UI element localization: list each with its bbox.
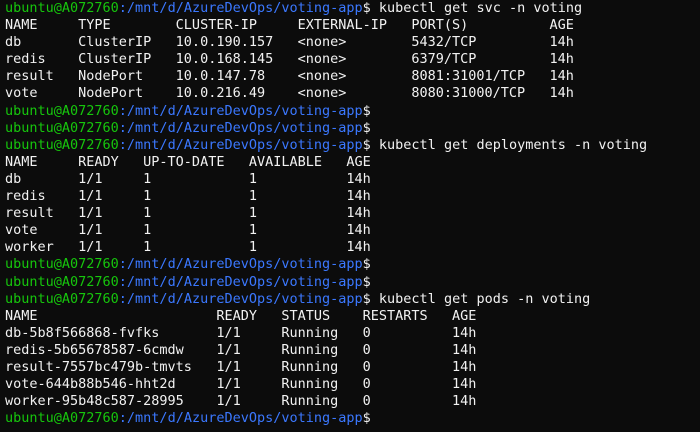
prompt-path: :/mnt/d/AzureDevOps/voting-app	[118, 256, 363, 273]
prompt-line-empty: ubuntu@A072760:/mnt/d/AzureDevOps/voting…	[5, 103, 700, 120]
svc-output-row: db ClusterIP 10.0.190.157 <none> 5432/TC…	[5, 34, 574, 51]
prompt-user: ubuntu@A072760	[5, 410, 119, 427]
prompt-symbol: $	[362, 119, 371, 136]
command-text: kubectl get pods -n voting	[378, 290, 591, 307]
deployments-output-row: result 1/1 1 1 14h	[5, 205, 371, 222]
prompt-line-deployments: ubuntu@A072760:/mnt/d/AzureDevOps/voting…	[5, 137, 700, 154]
svc-output-row: vote NodePort 10.0.216.49 <none> 8080:31…	[5, 85, 574, 102]
deployments-output-row: worker 1/1 1 1 14h	[5, 239, 371, 256]
prompt-symbol: $	[362, 102, 371, 119]
terminal-window[interactable]: ubuntu@A072760:/mnt/d/AzureDevOps/voting…	[0, 0, 700, 432]
pods-output-header: NAME READY STATUS RESTARTS AGE	[5, 307, 477, 324]
prompt-user: ubuntu@A072760	[5, 256, 119, 273]
prompt-user: ubuntu@A072760	[5, 119, 119, 136]
prompt-path: :/mnt/d/AzureDevOps/voting-app	[118, 136, 363, 153]
prompt-line-empty: ubuntu@A072760:/mnt/d/AzureDevOps/voting…	[5, 120, 700, 137]
prompt-path: :/mnt/d/AzureDevOps/voting-app	[118, 410, 363, 427]
prompt-symbol: $	[362, 136, 371, 153]
prompt-symbol: $	[362, 256, 371, 273]
prompt-symbol: $	[362, 0, 371, 16]
prompt-user: ubuntu@A072760	[5, 102, 119, 119]
prompt-path: :/mnt/d/AzureDevOps/voting-app	[118, 290, 363, 307]
deployments-output-row: redis 1/1 1 1 14h	[5, 188, 371, 205]
prompt-path: :/mnt/d/AzureDevOps/voting-app	[118, 273, 363, 290]
command-text: kubectl get svc -n voting	[378, 0, 583, 16]
deployments-output-row: vote 1/1 1 1 14h	[5, 222, 371, 239]
prompt-symbol: $	[362, 410, 371, 427]
prompt-symbol: $	[362, 273, 371, 290]
prompt-user: ubuntu@A072760	[5, 290, 119, 307]
prompt-line-empty: ubuntu@A072760:/mnt/d/AzureDevOps/voting…	[5, 274, 700, 291]
prompt-line-empty: ubuntu@A072760:/mnt/d/AzureDevOps/voting…	[5, 256, 700, 273]
prompt-user: ubuntu@A072760	[5, 0, 119, 16]
prompt-path: :/mnt/d/AzureDevOps/voting-app	[118, 0, 363, 16]
command-text: kubectl get deployments -n voting	[378, 136, 648, 153]
deployments-output-header: NAME READY UP-TO-DATE AVAILABLE AGE	[5, 153, 371, 170]
svc-output-row: redis ClusterIP 10.0.168.145 <none> 6379…	[5, 51, 574, 68]
prompt-user: ubuntu@A072760	[5, 136, 119, 153]
svc-output-row: result NodePort 10.0.147.78 <none> 8081:…	[5, 68, 574, 85]
prompt-line-svc: ubuntu@A072760:/mnt/d/AzureDevOps/voting…	[5, 0, 700, 17]
prompt-symbol: $	[362, 290, 371, 307]
prompt-path: :/mnt/d/AzureDevOps/voting-app	[118, 119, 363, 136]
prompt-line-current[interactable]: ubuntu@A072760:/mnt/d/AzureDevOps/voting…	[5, 410, 700, 427]
prompt-user: ubuntu@A072760	[5, 273, 119, 290]
deployments-output-row: db 1/1 1 1 14h	[5, 170, 371, 187]
pods-output-row: vote-644b88b546-hht2d 1/1 Running 0 14h	[5, 376, 477, 393]
pods-output-row: redis-5b65678587-6cmdw 1/1 Running 0 14h	[5, 341, 477, 358]
pods-output-row: worker-95b48c587-28995 1/1 Running 0 14h	[5, 393, 477, 410]
pods-output-row: result-7557bc479b-tmvts 1/1 Running 0 14…	[5, 358, 477, 375]
prompt-path: :/mnt/d/AzureDevOps/voting-app	[118, 102, 363, 119]
pods-output-row: db-5b8f566868-fvfks 1/1 Running 0 14h	[5, 324, 477, 341]
svc-output-header: NAME TYPE CLUSTER-IP EXTERNAL-IP PORT(S)…	[5, 17, 574, 34]
prompt-line-pods: ubuntu@A072760:/mnt/d/AzureDevOps/voting…	[5, 291, 700, 308]
